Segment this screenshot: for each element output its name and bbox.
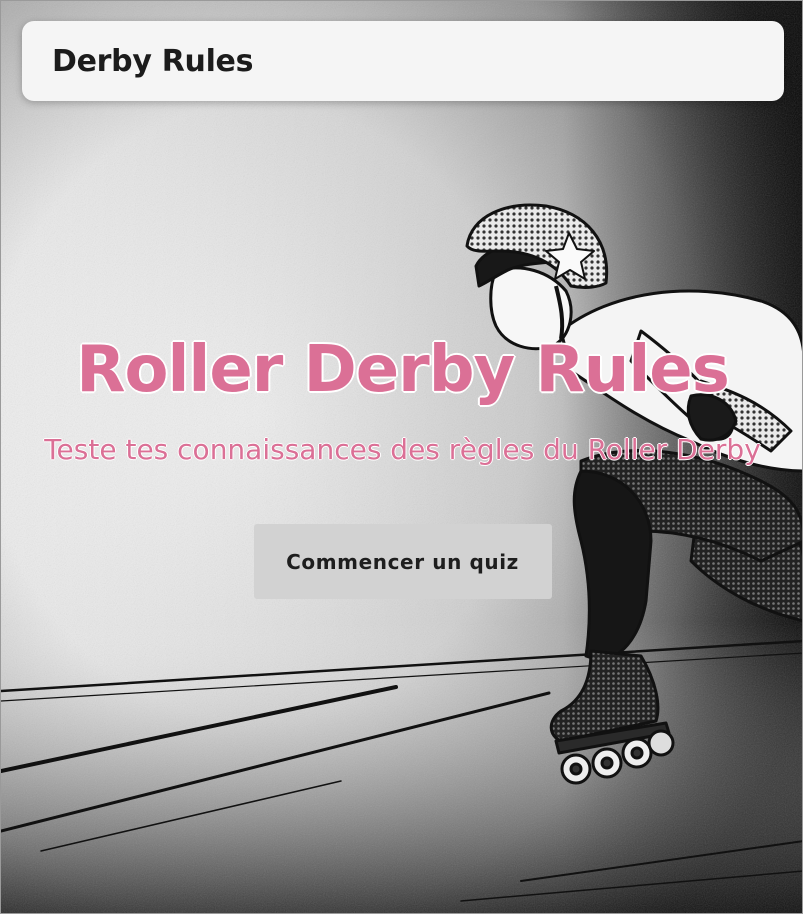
page: Derby Rules Roller Derby Rules Teste tes… bbox=[0, 0, 803, 914]
hero-section: Roller Derby Rules Teste tes connaissanc… bbox=[1, 326, 802, 599]
hero-subtitle: Teste tes connaissances des règles du Ro… bbox=[44, 433, 761, 466]
hero-title: Roller Derby Rules bbox=[76, 333, 730, 407]
start-quiz-button[interactable]: Commencer un quiz bbox=[253, 524, 552, 599]
brand-link[interactable]: Derby Rules bbox=[52, 44, 253, 79]
top-nav-bar: Derby Rules bbox=[22, 21, 784, 101]
